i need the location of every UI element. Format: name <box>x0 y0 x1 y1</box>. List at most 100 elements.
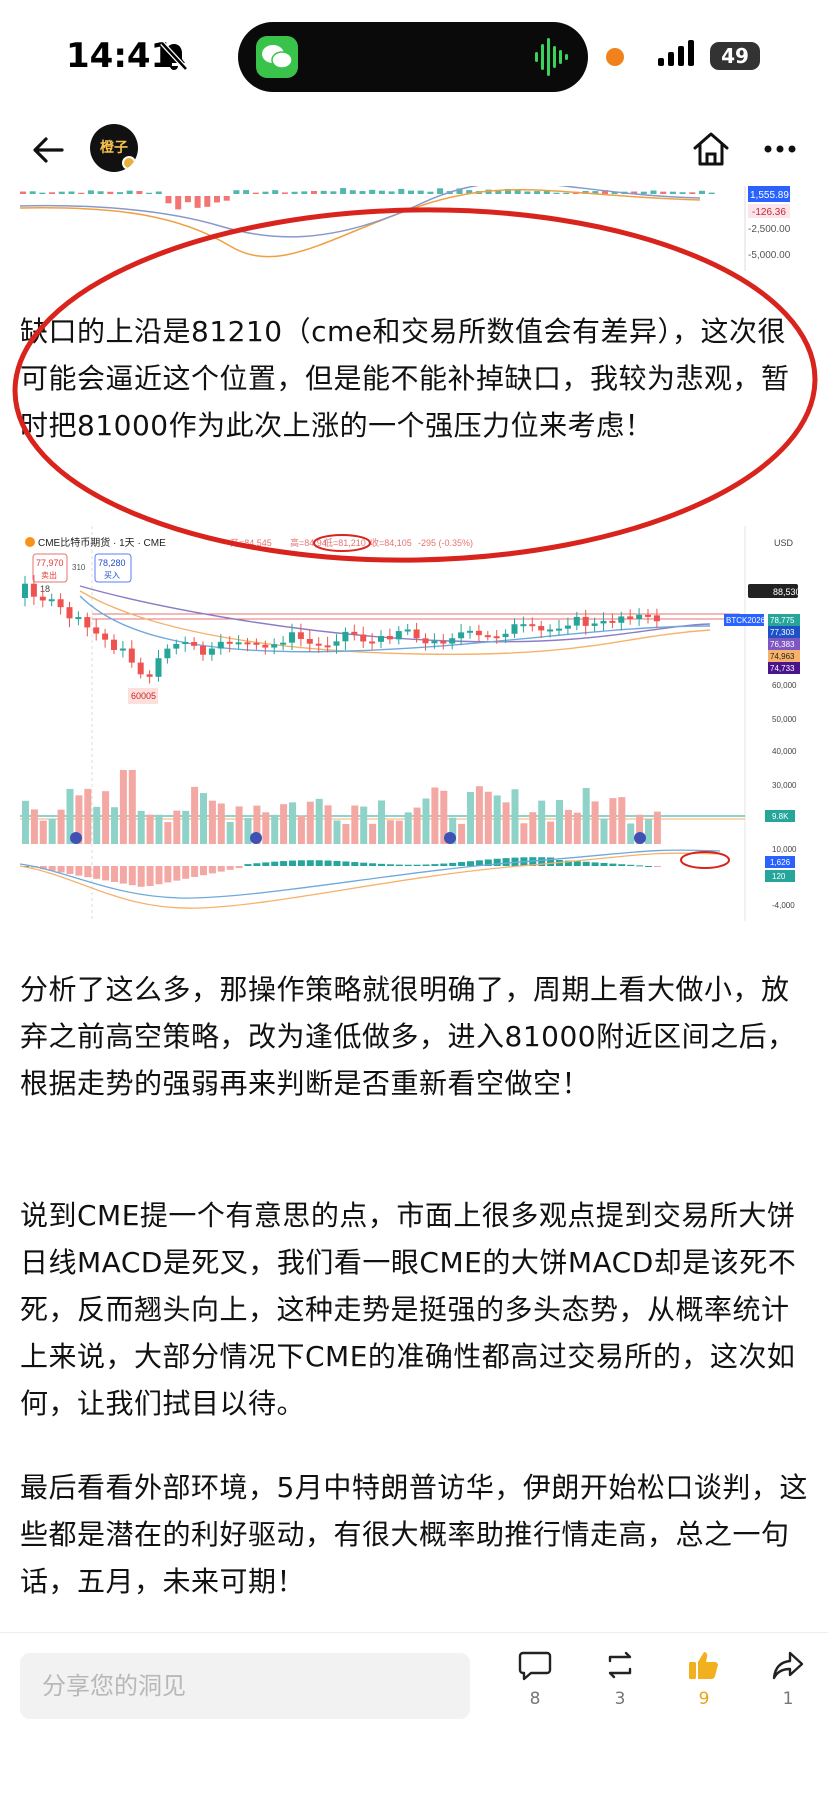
candle <box>93 627 100 634</box>
candle <box>262 644 269 648</box>
candle <box>191 641 198 646</box>
candle <box>395 631 402 640</box>
macd-bar <box>155 866 163 885</box>
candle <box>484 635 491 638</box>
candle <box>636 614 643 620</box>
volume-bar <box>22 800 29 844</box>
volume-bar <box>217 803 225 844</box>
macd-bar <box>66 866 74 874</box>
volume-bar <box>164 822 172 844</box>
macd-bar <box>136 191 143 194</box>
macd-tag: 120 <box>772 872 786 881</box>
macd-bar <box>324 860 332 866</box>
macd-bar <box>320 190 327 194</box>
candle <box>324 645 331 648</box>
indicator-count: 18 <box>40 584 50 594</box>
candle <box>458 632 465 639</box>
candle <box>75 617 82 620</box>
volume-bar <box>315 798 323 844</box>
candle <box>119 648 126 651</box>
volume-bar <box>182 810 190 844</box>
volume-bar <box>413 807 421 844</box>
volume-bar <box>191 786 199 844</box>
comment-button[interactable]: 8 <box>505 1647 565 1709</box>
volume-bar <box>627 823 635 844</box>
volume-bar <box>280 804 288 844</box>
candle <box>244 642 251 645</box>
macd-bar <box>262 191 269 194</box>
macd-bar <box>458 862 466 866</box>
candle <box>280 642 287 645</box>
candle <box>226 641 233 644</box>
price-tag: 74,963 <box>770 652 795 661</box>
axis-label: 50,000 <box>772 715 797 724</box>
macd-bar <box>417 190 424 194</box>
volume-bar <box>573 812 581 844</box>
article-paragraph: 缺口的上沿是81210（cme和交易所数值会有差异），这次很可能会逼近这个位置，… <box>20 315 790 442</box>
like-button[interactable]: 9 <box>674 1647 734 1709</box>
audio-wave-icon <box>535 38 568 76</box>
volume-bar <box>333 820 341 844</box>
volume-bar <box>271 814 279 844</box>
volume-bar <box>262 812 270 844</box>
repost-count: 3 <box>614 1689 626 1709</box>
back-arrow-icon[interactable] <box>28 130 68 170</box>
volume-bar <box>591 801 599 844</box>
macd-bar <box>262 862 270 866</box>
volume-bar <box>653 811 661 844</box>
comment-input[interactable]: 分享您的洞见 <box>20 1653 470 1719</box>
ohlc-low: 低=81,210 <box>324 537 366 548</box>
candle <box>57 599 64 608</box>
macd-bar <box>29 191 36 194</box>
sell-label: 卖出 <box>41 570 57 580</box>
macd-bar <box>573 861 581 866</box>
volume-bar <box>30 809 38 844</box>
share-button[interactable]: 1 <box>758 1647 818 1709</box>
share-count: 1 <box>782 1689 794 1709</box>
home-icon[interactable] <box>690 128 732 170</box>
macd-bar <box>102 866 110 881</box>
macd-bar <box>93 866 101 879</box>
macd-bar <box>627 864 635 866</box>
axis-label: 40,000 <box>772 747 797 756</box>
macd-bar <box>214 196 220 203</box>
macd-bar <box>660 191 667 194</box>
volume-bar <box>84 788 92 844</box>
candle <box>333 641 340 646</box>
candle <box>475 630 482 636</box>
candle <box>208 648 215 655</box>
macd-bar <box>253 863 261 866</box>
candle <box>289 632 295 643</box>
volume-bar <box>484 791 492 844</box>
candle <box>271 644 278 648</box>
repost-icon <box>608 1651 632 1679</box>
author-avatar[interactable]: 橙子 <box>90 124 138 172</box>
candle <box>413 629 420 639</box>
more-options-icon[interactable] <box>760 128 800 170</box>
top-price-tag: 88,530 <box>773 587 800 597</box>
macd-bar <box>502 858 510 866</box>
candle <box>600 620 607 624</box>
macd-bar <box>184 196 191 203</box>
macd-tag: 1,626 <box>770 858 791 867</box>
macd-bar <box>84 866 92 878</box>
macd-bar <box>315 860 323 866</box>
article-paragraph: 最后看看外部环境，5月中特朗普访华，伊朗开始松口谈判，这些都是潜在的利好驱动，有… <box>20 1471 808 1598</box>
candle <box>609 620 616 623</box>
volume-bar <box>538 800 546 844</box>
spread-value: 310 <box>72 563 86 572</box>
nav-bar: 橙子 <box>0 110 828 190</box>
comment-count: 8 <box>529 1689 541 1709</box>
candle <box>66 607 73 619</box>
candle <box>173 643 180 649</box>
macd-bar <box>699 190 705 194</box>
macd-bar <box>398 188 405 194</box>
repost-button[interactable]: 3 <box>590 1647 650 1709</box>
macd-bar <box>20 191 26 194</box>
candle <box>511 624 518 634</box>
volume-bar <box>235 806 243 844</box>
macd-bar <box>553 192 560 194</box>
candle <box>306 638 313 644</box>
status-bar: 14:41 49 <box>0 0 828 110</box>
macd-bar <box>669 191 676 194</box>
